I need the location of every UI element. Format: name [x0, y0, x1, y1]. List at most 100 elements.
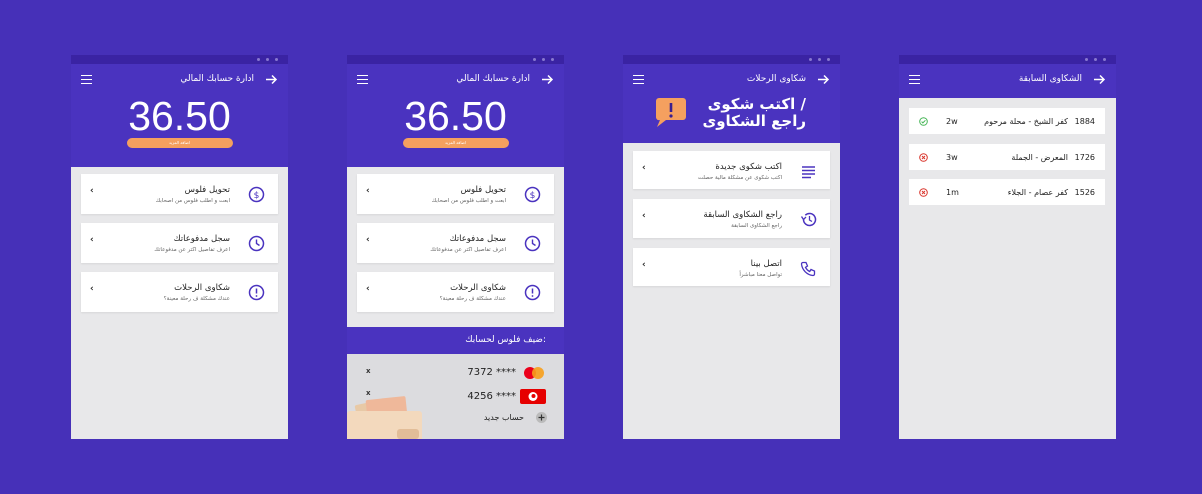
item-title: تحويل فلوس [460, 185, 506, 195]
status-bar [71, 55, 288, 64]
mastercard-icon [524, 367, 544, 379]
complaint-row[interactable]: 2w كفر الشيخ - محلة مرحوم 1884 [909, 108, 1105, 134]
menu-item-contact-us[interactable]: ‹ اتصل بينا تواصل معنا مباشراً [633, 248, 830, 286]
page-title: ادارة حسابك المالي [456, 74, 530, 84]
heading-line: اكتب شكوى / [707, 95, 806, 113]
status-bar [623, 55, 840, 64]
alert-circle-icon [248, 284, 265, 301]
item-subtitle: عندك مشكلة ف رحلة معينة؟ [439, 296, 506, 302]
chevron-icon: ‹ [366, 284, 370, 294]
item-title: تحويل فلوس [184, 185, 230, 195]
dollar-circle-icon: $ [248, 186, 265, 203]
chevron-icon: ‹ [366, 235, 370, 245]
text-lines-icon [802, 166, 815, 179]
history-icon [800, 212, 817, 227]
arrow-right-icon[interactable] [1093, 73, 1106, 86]
complaint-id: 1526 [1074, 188, 1095, 197]
remove-card-button[interactable]: x [366, 389, 371, 397]
arrow-right-icon[interactable] [817, 73, 830, 86]
page-title: ادارة حسابك المالي [180, 74, 254, 84]
menu-item-previous-complaints[interactable]: ‹ راجع الشكاوى السابقة راجع الشكاوى السا… [633, 199, 830, 238]
item-title: شكاوى الرحلات [174, 283, 230, 293]
arrow-right-icon[interactable] [265, 73, 278, 86]
vodafone-icon [520, 389, 546, 404]
complaint-route: كفر الشيخ - محلة مرحوم [984, 117, 1068, 126]
page-heading: اكتب شكوى / راجع الشكاوى [702, 96, 806, 130]
menu-item-complaints[interactable]: ‹ شكاوى الرحلات عندك مشكلة ف رحلة معينة؟ [357, 272, 554, 312]
item-subtitle: ابعت و اطلب فلوس من اصحابك [155, 198, 230, 204]
menu-icon[interactable] [357, 75, 368, 84]
menu-item-new-complaint[interactable]: ‹ اكتب شكوى جديدة اكتب شكوى عن مشكلة مال… [633, 151, 830, 189]
menu-item-transfer[interactable]: ‹ تحويل فلوس ابعت و اطلب فلوس من اصحابك … [357, 174, 554, 214]
complaint-route: المعرض - الجملة [1011, 153, 1068, 162]
alert-circle-icon [524, 284, 541, 301]
menu-item-payments[interactable]: ‹ سجل مدفوعاتك اعرف تفاصيل اكتر عن مدفوع… [357, 223, 554, 263]
heading-line: راجع الشكاوى [702, 112, 806, 130]
wallet-illustration [347, 396, 422, 439]
x-circle-icon [919, 188, 928, 197]
header: ادارة حسابك المالي 36.50 اضافة المزيد [347, 64, 564, 167]
menu-icon[interactable] [909, 75, 920, 84]
menu-item-transfer[interactable]: ‹ تحويل فلوس ابعت و اطلب فلوس من اصحابك … [81, 174, 278, 214]
status-bar [899, 55, 1116, 64]
check-circle-icon [919, 117, 928, 126]
complaint-age: 1m [946, 188, 959, 197]
svg-text:$: $ [530, 191, 536, 201]
menu-icon[interactable] [633, 75, 644, 84]
dollar-circle-icon: $ [524, 186, 541, 203]
screen-trip-complaints: شكاوى الرحلات اكتب شكوى / راجع الشكاوى ‹… [623, 55, 840, 439]
add-icon[interactable] [536, 412, 547, 423]
page-title: شكاوى الرحلات [746, 74, 806, 84]
card-number: 7372 **** [467, 367, 516, 378]
balance-amount: 36.50 [128, 93, 231, 139]
item-subtitle: تواصل معنا مباشراً [739, 272, 782, 278]
phone-icon [800, 261, 816, 277]
complaint-id: 1884 [1074, 117, 1095, 126]
item-subtitle: اعرف تفاصيل اكتر عن مدفوعاتك [430, 247, 506, 253]
item-title: سجل مدفوعاتك [449, 234, 506, 244]
remove-card-button[interactable]: x [366, 367, 371, 375]
clock-icon [248, 235, 265, 252]
complaint-id: 1726 [1074, 153, 1095, 162]
add-more-button[interactable]: اضافة المزيد [126, 138, 233, 148]
new-account-label[interactable]: حساب جديد [484, 413, 524, 422]
arrow-right-icon[interactable] [541, 73, 554, 86]
item-subtitle: عندك مشكلة ف رحلة معينة؟ [163, 296, 230, 302]
item-title: راجع الشكاوى السابقة [703, 210, 782, 220]
complaint-age: 2w [946, 117, 958, 126]
screen-previous-complaints: الشكاوى السابقة 2w كفر الشيخ - محلة مرحو… [899, 55, 1116, 439]
chevron-icon: ‹ [90, 284, 94, 294]
header: الشكاوى السابقة [899, 64, 1116, 98]
header: شكاوى الرحلات اكتب شكوى / راجع الشكاوى [623, 64, 840, 143]
page-title: الشكاوى السابقة [1018, 74, 1082, 84]
item-title: اكتب شكوى جديدة [715, 162, 782, 172]
chevron-icon: ‹ [366, 186, 370, 196]
item-title: سجل مدفوعاتك [173, 234, 230, 244]
complaint-age: 3w [946, 153, 958, 162]
item-subtitle: ابعت و اطلب فلوس من اصحابك [431, 198, 506, 204]
chevron-icon: ‹ [642, 163, 646, 173]
clock-icon [524, 235, 541, 252]
chevron-icon: ‹ [642, 211, 646, 221]
item-subtitle: اكتب شكوى عن مشكلة مالية حصلت [697, 175, 782, 181]
complaint-row[interactable]: 3w المعرض - الجملة 1726 [909, 144, 1105, 170]
item-title: اتصل بينا [750, 259, 782, 269]
add-more-button[interactable]: اضافة المزيد [402, 138, 509, 148]
menu-item-complaints[interactable]: ‹ شكاوى الرحلات عندك مشكلة ف رحلة معينة؟ [81, 272, 278, 312]
complaint-row[interactable]: 1m كفر عصام - الجلاء 1526 [909, 179, 1105, 205]
menu-item-payments[interactable]: ‹ سجل مدفوعاتك اعرف تفاصيل اكتر عن مدفوع… [81, 223, 278, 263]
svg-text:$: $ [254, 191, 260, 201]
chevron-icon: ‹ [642, 260, 646, 270]
add-money-header: ضيف فلوس لحسابك: [347, 327, 564, 354]
screen-account-add-money: ادارة حسابك المالي 36.50 اضافة المزيد ‹ … [347, 55, 564, 439]
complaint-route: كفر عصام - الجلاء [1007, 188, 1068, 197]
item-subtitle: اعرف تفاصيل اكتر عن مدفوعاتك [154, 247, 230, 253]
chevron-icon: ‹ [90, 186, 94, 196]
item-title: شكاوى الرحلات [450, 283, 506, 293]
item-subtitle: راجع الشكاوى السابقة [731, 223, 782, 229]
complaint-bubble-icon [655, 98, 686, 127]
menu-icon[interactable] [81, 75, 92, 84]
card-number: 4256 **** [467, 391, 516, 402]
x-circle-icon [919, 153, 928, 162]
chevron-icon: ‹ [90, 235, 94, 245]
